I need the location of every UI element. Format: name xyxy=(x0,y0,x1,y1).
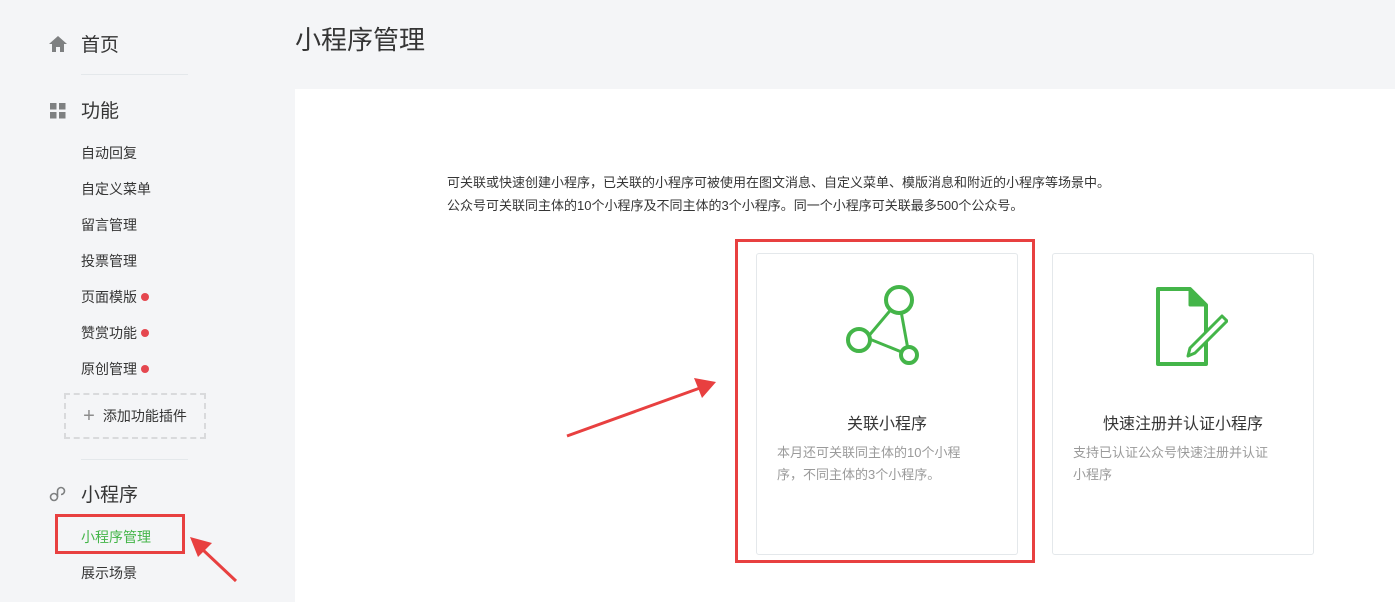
sidebar-item-label: 展示场景 xyxy=(81,565,137,581)
sidebar-item-label: 赞赏功能 xyxy=(81,325,137,341)
sidebar-divider xyxy=(81,74,188,75)
plus-icon: + xyxy=(83,405,95,427)
new-badge-dot xyxy=(141,365,149,373)
link-icon xyxy=(48,484,68,504)
card-description-line: 支持已认证公众号快速注册并认证 xyxy=(1073,445,1269,460)
sidebar: 首页 功能 自动回复 自定义菜单 留言管理 投票管理 页面模版 赞赏功能 原创管… xyxy=(0,0,230,602)
page-title: 小程序管理 xyxy=(295,25,426,55)
sidebar-miniprogram[interactable]: 小程序 xyxy=(48,480,138,507)
annotation-highlight-box xyxy=(735,239,1035,563)
sidebar-features-label: 功能 xyxy=(81,101,120,122)
sidebar-item-custom-menu[interactable]: 自定义菜单 xyxy=(81,179,151,199)
card-title: 快速注册并认证小程序 xyxy=(1102,416,1263,433)
sidebar-item-comments[interactable]: 留言管理 xyxy=(81,215,137,235)
sidebar-miniprogram-label: 小程序 xyxy=(81,485,139,506)
sidebar-item-original[interactable]: 原创管理 xyxy=(81,359,149,379)
description-line: 公众号可关联同主体的10个小程序及不同主体的3个小程序。同一个小程序可关联最多5… xyxy=(447,198,1024,213)
sidebar-item-label: 原创管理 xyxy=(81,361,137,377)
sidebar-item-label: 页面模版 xyxy=(81,289,137,305)
sidebar-item-auto-reply[interactable]: 自动回复 xyxy=(81,143,137,163)
sidebar-item-rewards[interactable]: 赞赏功能 xyxy=(81,323,149,343)
sidebar-home-label: 首页 xyxy=(81,35,120,56)
card-description: 支持已认证公众号快速注册并认证 小程序 xyxy=(1073,442,1293,486)
sidebar-home[interactable]: 首页 xyxy=(48,30,119,57)
sidebar-item-label: 自定义菜单 xyxy=(81,181,151,197)
sidebar-item-page-templates[interactable]: 页面模版 xyxy=(81,287,149,307)
description-line: 可关联或快速创建小程序，已关联的小程序可被使用在图文消息、自定义菜单、模版消息和… xyxy=(447,175,1111,190)
document-pen-icon xyxy=(1138,284,1229,379)
add-plugin-button[interactable]: + 添加功能插件 xyxy=(64,393,206,439)
new-badge-dot xyxy=(141,293,149,301)
home-icon xyxy=(48,34,68,54)
grid-icon xyxy=(48,100,68,120)
annotation-highlight-box xyxy=(55,514,185,554)
sidebar-item-label: 投票管理 xyxy=(81,253,137,269)
sidebar-item-voting[interactable]: 投票管理 xyxy=(81,251,137,271)
add-plugin-label: 添加功能插件 xyxy=(102,408,187,424)
sidebar-item-label: 自动回复 xyxy=(81,145,137,161)
quick-register-card[interactable]: 快速注册并认证小程序 支持已认证公众号快速注册并认证 小程序 xyxy=(1052,253,1314,555)
new-badge-dot xyxy=(141,329,149,337)
card-description-line: 小程序 xyxy=(1073,467,1113,482)
sidebar-divider xyxy=(81,459,188,460)
sidebar-features[interactable]: 功能 xyxy=(48,96,119,123)
sidebar-item-display-scenes[interactable]: 展示场景 xyxy=(81,563,137,583)
sidebar-item-label: 留言管理 xyxy=(81,217,137,233)
